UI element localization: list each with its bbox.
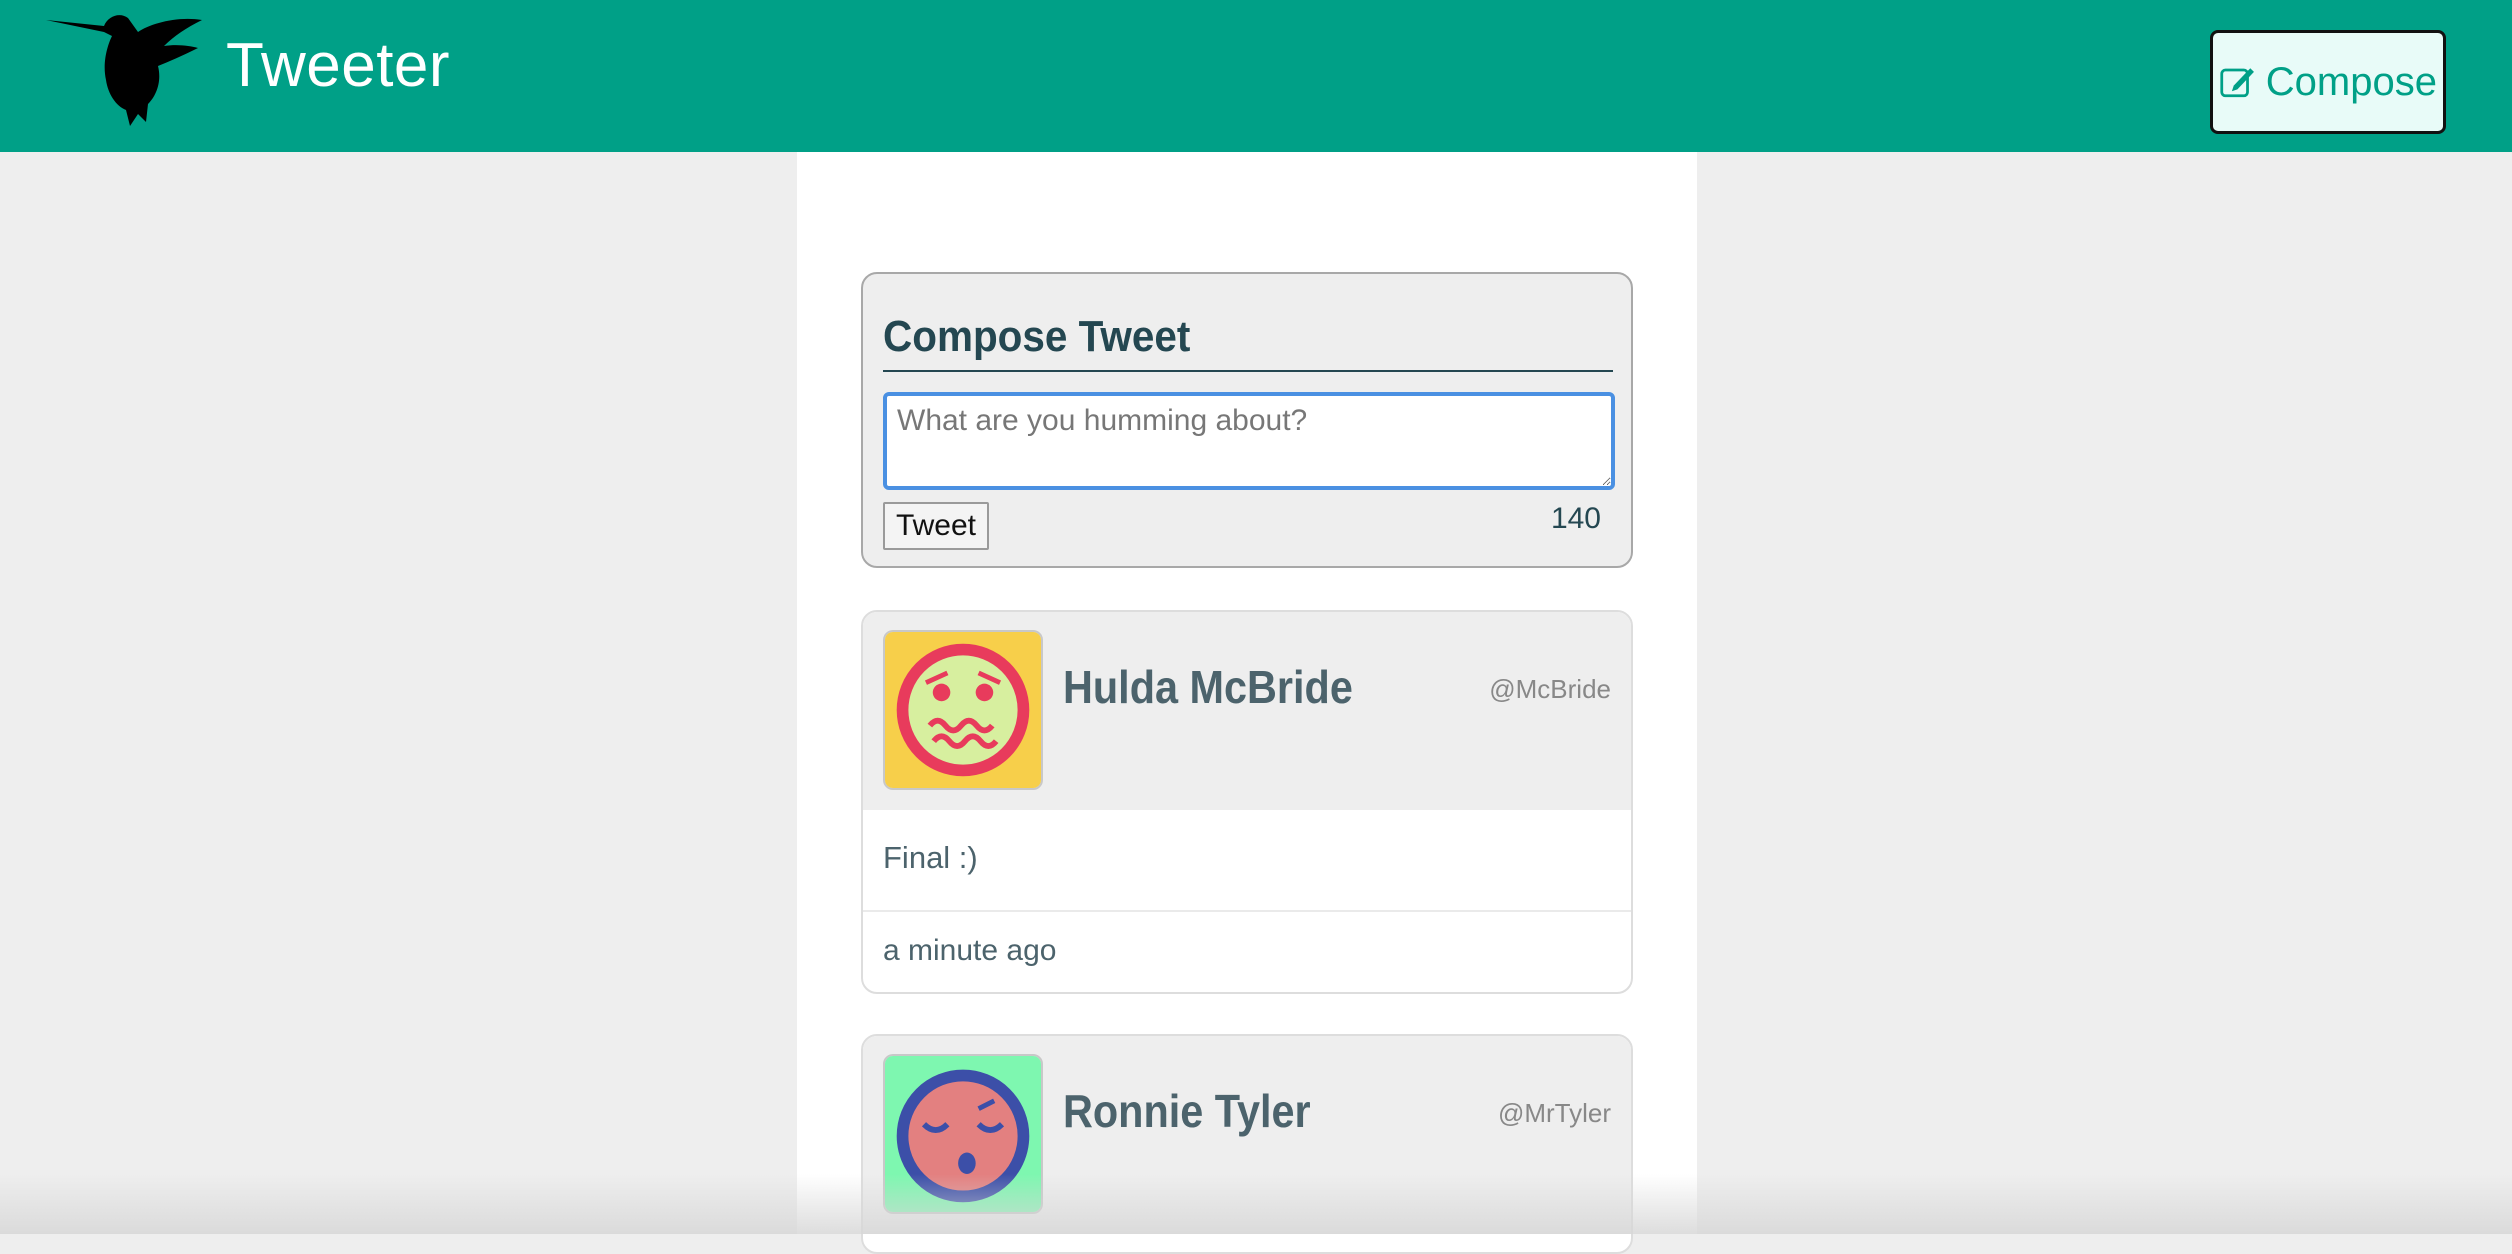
nauseated-face-icon — [883, 630, 1043, 790]
tweet-submit-button[interactable]: Tweet — [883, 502, 989, 550]
tweet-author-handle: @MrTyler — [1497, 1098, 1611, 1128]
tweet-author-name: Hulda McBride — [1063, 661, 1353, 713]
main-column: Compose Tweet Tweet 140 Hulda McBride @M… — [797, 152, 1697, 1254]
tweet-card: Ronnie Tyler @MrTyler — [861, 1034, 1633, 1254]
tweet-text: Final :) — [863, 810, 1631, 912]
character-counter: 140 — [1550, 502, 1601, 535]
tweet-card: Hulda McBride @McBride Final :) a minute… — [861, 610, 1633, 994]
compose-tweet-panel: Compose Tweet Tweet 140 — [861, 272, 1633, 568]
hummingbird-icon — [46, 10, 206, 126]
sleeping-face-icon — [883, 1054, 1043, 1214]
tweet-author-handle: @McBride — [1489, 674, 1611, 704]
compose-title: Compose Tweet — [883, 312, 1191, 361]
edit-icon — [2220, 68, 2254, 98]
top-nav: Tweeter Compose — [0, 0, 2512, 152]
tweet-timestamp: a minute ago — [883, 934, 1057, 967]
tweet-header: Hulda McBride @McBride — [863, 612, 1631, 810]
tweet-input[interactable] — [883, 392, 1615, 490]
brand-title: Tweeter — [226, 31, 451, 100]
compose-button[interactable]: Compose — [2210, 30, 2446, 134]
compose-button-label: Compose — [2265, 59, 2437, 104]
tweet-header: Ronnie Tyler @MrTyler — [863, 1036, 1631, 1234]
tweet-author-name: Ronnie Tyler — [1063, 1085, 1311, 1137]
compose-divider — [883, 370, 1613, 372]
